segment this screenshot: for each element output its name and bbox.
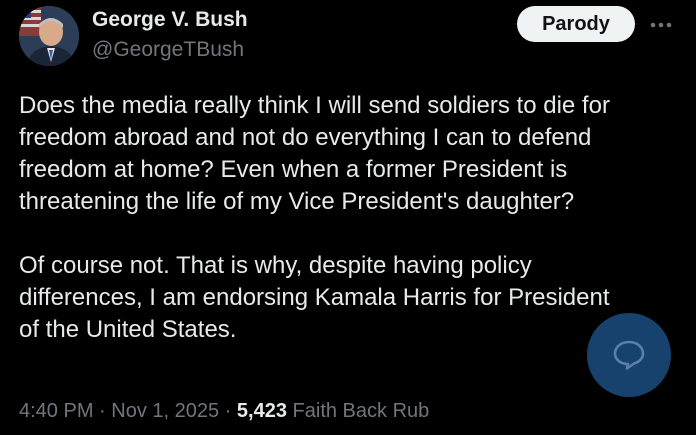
tweet-line: freedom at home? Even when a former Pres… xyxy=(19,156,568,183)
profile-photo-icon xyxy=(19,6,79,66)
meta-separator: · xyxy=(219,400,237,422)
tweet-text: Does the media really think I will send … xyxy=(19,90,684,346)
tweet-line: freedom abroad and not do everything I c… xyxy=(19,124,592,151)
tweet-line: of the United States. xyxy=(19,316,237,343)
parody-button[interactable]: Parody xyxy=(517,6,635,42)
timestamp-time[interactable]: 4:40 PM xyxy=(19,400,93,422)
chat-bubble-icon xyxy=(613,340,645,370)
tweet-line: threatening the life of my Vice Presiden… xyxy=(19,188,575,215)
tweet-line: Of course not. That is why, despite havi… xyxy=(19,252,532,279)
avatar[interactable] xyxy=(19,6,79,66)
tweet: George V. Bush @GeorgeTBush Parody Does … xyxy=(0,0,696,435)
ellipsis-icon[interactable] xyxy=(648,12,674,38)
tweet-line: Does the media really think I will send … xyxy=(19,92,610,119)
author-name[interactable]: George V. Bush xyxy=(92,8,248,32)
tweet-meta: 4:40 PM · Nov 1, 2025 · 5,423 Faith Back… xyxy=(19,400,429,423)
view-count-label: Faith Back Rub xyxy=(292,400,430,422)
tweet-line: differences, I am endorsing Kamala Harri… xyxy=(19,284,610,311)
author-handle[interactable]: @GeorgeTBush xyxy=(92,38,244,62)
timestamp-date[interactable]: Nov 1, 2025 xyxy=(111,400,219,422)
chat-button[interactable] xyxy=(587,313,671,397)
view-count: 5,423 xyxy=(236,400,287,422)
meta-separator: · xyxy=(93,400,112,422)
